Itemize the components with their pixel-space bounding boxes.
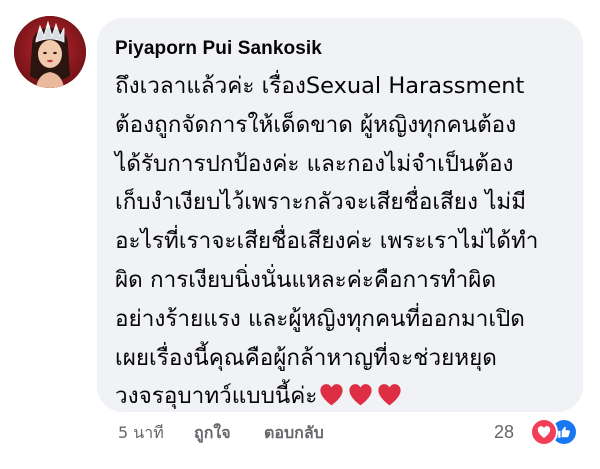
comment-line: เก็บงำเงียบไว้เพราะกลัวจะเสียชื่อเสียง ไ…	[115, 189, 527, 216]
comment-author[interactable]: Piyaporn Pui Sankosik	[115, 36, 567, 62]
comment-line: อะไรที่เราจะเสียชื่อเสียงค่ะ เพระเราไม่ไ…	[115, 228, 539, 255]
heart-icon	[349, 384, 372, 406]
comment-bubble: Piyaporn Pui Sankosik ถึงเวลาแล้วค่ะ เรื…	[97, 18, 583, 412]
comment-line: ผิด การเงียบนิ่งนั่นแหละค่ะคือการทำผิด	[115, 266, 497, 293]
comment-text: ถึงเวลาแล้วค่ะ เรื่องSexual Harassment ต…	[115, 67, 567, 416]
reply-button[interactable]: ตอบกลับ	[264, 421, 324, 445]
comment-line: ถึงเวลาแล้วค่ะ เรื่องSexual Harassment	[115, 73, 525, 99]
love-reaction-icon	[530, 418, 558, 446]
comment-line-text: วงจรอุบาทว์แบบนี้ค่ะ	[115, 383, 318, 410]
comment-line: เผยเรื่องนี้คุณคือผู้กล้าหาญที่จะช่วยหยุ…	[115, 344, 497, 371]
heart-icon	[320, 384, 343, 406]
heart-icon	[378, 384, 401, 406]
comment-line-last: วงจรอุบาทว์แบบนี้ค่ะ	[115, 377, 567, 416]
comment-line: อย่างร้ายแรง และผู้หญิงทุกคนที่ออกมาเปิด	[115, 305, 525, 332]
comment-line: ต้องถูกจัดการให้เด็ดขาด ผู้หญิงทุกคนต้อง	[115, 111, 517, 138]
comment-line: ได้รับการปกป้องค่ะ และกองไม่จำเป็นต้อง	[115, 150, 514, 177]
comment-item: Piyaporn Pui Sankosik ถึงเวลาแล้วค่ะ เรื…	[0, 0, 600, 469]
heart-emoji-group	[319, 377, 406, 416]
avatar[interactable]	[14, 16, 86, 88]
reaction-count: 28	[494, 422, 515, 442]
comment-timestamp[interactable]: 5 นาที	[118, 421, 164, 445]
like-button[interactable]: ถูกใจ	[194, 421, 231, 445]
